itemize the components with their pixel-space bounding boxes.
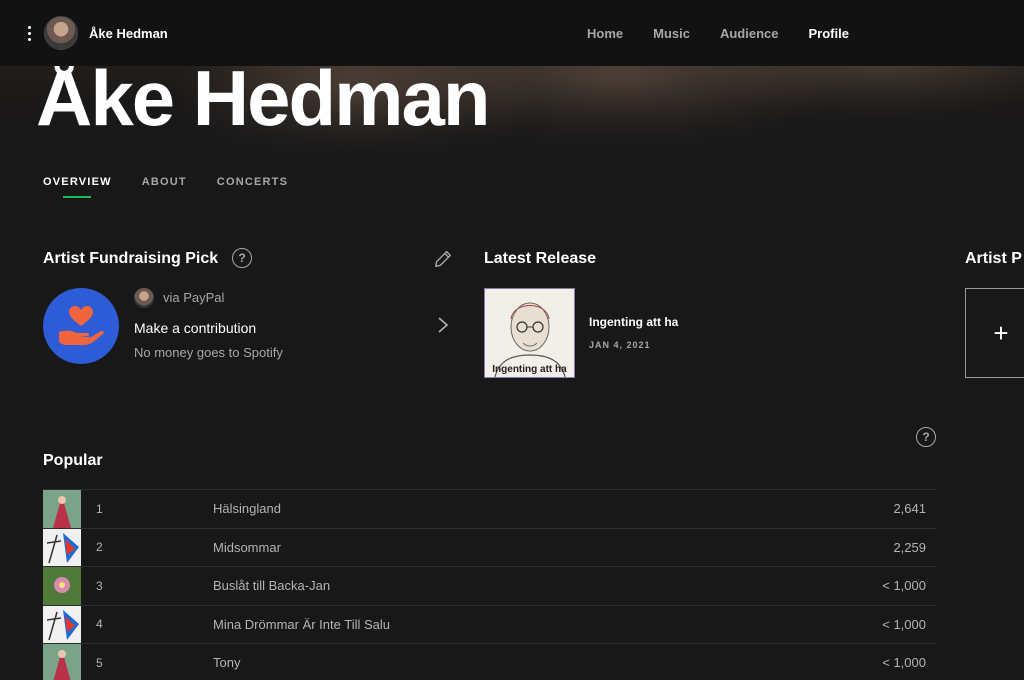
track-streams: < 1,000	[882, 578, 926, 594]
table-row[interactable]: 3 Buslåt till Backa-Jan < 1,000	[43, 566, 937, 605]
add-artist-pick-button[interactable]: +	[965, 288, 1024, 378]
track-title[interactable]: Midsommar	[213, 540, 281, 555]
heart-hand-icon	[59, 306, 104, 345]
latest-release-heading: Latest Release	[484, 250, 597, 267]
plus-icon: +	[993, 317, 1009, 348]
track-thumbnail-icon	[43, 644, 81, 680]
page-title: Åke Hedman	[36, 54, 490, 142]
creator-avatar	[134, 288, 154, 308]
track-thumbnail-icon	[43, 528, 81, 567]
track-title[interactable]: Mina Drömmar Är Inte Till Salu	[213, 617, 390, 632]
paypal-fundraising-logo[interactable]	[43, 288, 119, 364]
track-thumbnail-icon	[43, 490, 81, 528]
release-date: JAN 4, 2021	[589, 340, 651, 350]
track-streams: < 1,000	[882, 616, 926, 632]
track-thumbnail-icon	[43, 567, 81, 605]
contribution-title[interactable]: Make a contribution	[134, 320, 256, 336]
cover-title-text: Ingenting att ha	[492, 364, 567, 375]
popular-tracks-table: 1 Hälsingland 2,641 2 Midsommar 2,259 3 …	[43, 489, 937, 680]
via-paypal-label: via PayPal	[163, 290, 225, 305]
nav-profile[interactable]: Profile	[808, 26, 848, 41]
artist-pick-heading: Artist P	[965, 250, 1022, 267]
track-title[interactable]: Hälsingland	[213, 501, 281, 516]
track-rank: 5	[96, 655, 103, 670]
tab-concerts[interactable]: CONCERTS	[217, 176, 288, 188]
release-cover[interactable]: Ingenting att ha	[484, 288, 575, 378]
track-rank: 4	[96, 617, 103, 632]
table-row[interactable]: 5 Tony < 1,000	[43, 643, 937, 680]
tab-overview[interactable]: OVERVIEW	[43, 176, 112, 198]
track-rank: 2	[96, 540, 103, 555]
popular-heading: Popular	[43, 452, 103, 469]
contribution-subtitle: No money goes to Spotify	[134, 345, 283, 360]
edit-pencil-icon[interactable]	[432, 248, 454, 270]
table-row[interactable]: 1 Hälsingland 2,641	[43, 489, 937, 528]
artist-name[interactable]: Åke Hedman	[89, 26, 168, 41]
chevron-right-icon[interactable]	[436, 316, 450, 334]
nav-home[interactable]: Home	[587, 26, 623, 41]
track-streams: < 1,000	[882, 655, 926, 671]
nav-audience[interactable]: Audience	[720, 26, 779, 41]
track-title[interactable]: Tony	[213, 655, 240, 670]
track-rank: 1	[96, 501, 103, 516]
popular-help-icon[interactable]: ?	[916, 427, 936, 447]
profile-tabs: OVERVIEW ABOUT CONCERTS	[43, 176, 318, 198]
nav-music[interactable]: Music	[653, 26, 690, 41]
fundraising-heading: Artist Fundraising Pick	[43, 250, 219, 267]
help-icon[interactable]: ?	[232, 248, 252, 268]
main-nav: Home Music Audience Profile	[587, 0, 879, 66]
track-title[interactable]: Buslåt till Backa-Jan	[213, 578, 330, 593]
tab-about[interactable]: ABOUT	[142, 176, 187, 188]
track-streams: 2,641	[893, 501, 926, 517]
more-options-icon[interactable]	[18, 21, 40, 45]
track-rank: 3	[96, 578, 103, 593]
table-row[interactable]: 4 Mina Drömmar Är Inte Till Salu < 1,000	[43, 604, 937, 644]
track-streams: 2,259	[893, 539, 926, 555]
artist-avatar[interactable]	[44, 16, 78, 50]
top-bar: Åke Hedman Home Music Audience Profile	[0, 0, 1024, 66]
release-title[interactable]: Ingenting att ha	[589, 315, 678, 329]
table-row[interactable]: 2 Midsommar 2,259	[43, 527, 937, 567]
track-thumbnail-icon	[43, 605, 81, 644]
